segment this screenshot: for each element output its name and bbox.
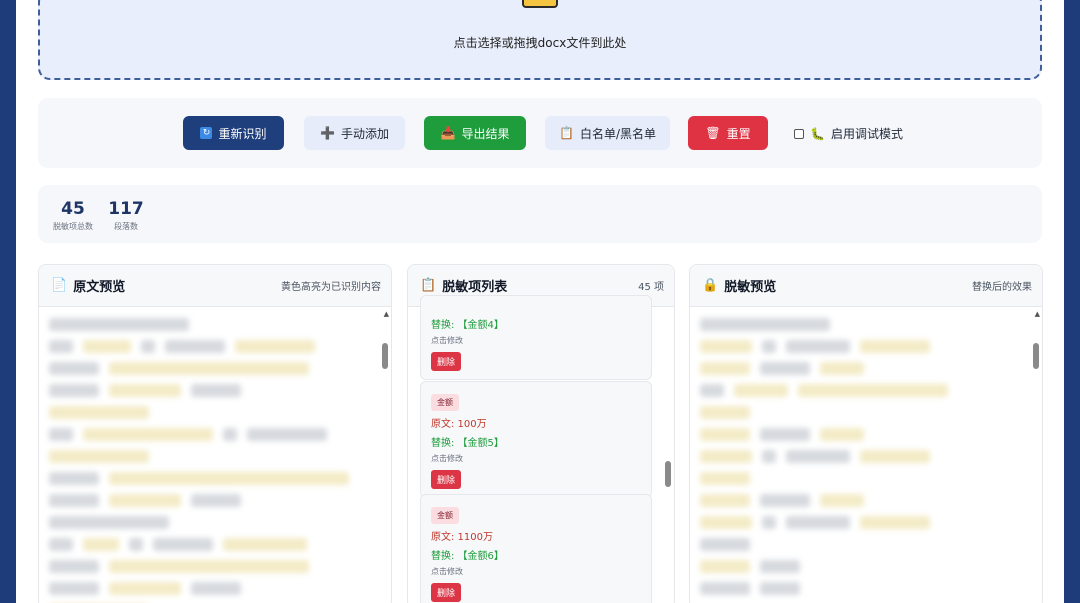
scrollbar-thumb[interactable] (382, 343, 388, 369)
scroll-up-arrow-icon[interactable]: ▲ (1035, 310, 1040, 318)
stat-paragraphs: 117 段落数 (108, 199, 144, 232)
drop-zone-text: 点击选择或拖拽docx文件到此处 (453, 36, 627, 50)
debug-mode-toggle[interactable]: 🐛 启用调试模式 (794, 125, 903, 142)
scrollbar-thumb[interactable] (665, 461, 671, 487)
export-label: 导出结果 (461, 126, 510, 141)
lock-icon: 🔒 (702, 278, 719, 293)
item-count: 45 项 (638, 282, 664, 293)
stat-label: 脱敏项总数 (53, 222, 93, 231)
clipboard-icon: 📋 (559, 126, 574, 140)
scrollbar-thumb[interactable] (1033, 343, 1039, 369)
blurred-document-content (700, 313, 1024, 603)
manual-add-button[interactable]: ➕ 手动添加 (304, 116, 405, 150)
whitelist-blacklist-label: 白名单/黑名单 (579, 126, 656, 141)
debug-mode-label: 启用调试模式 (830, 127, 903, 141)
list-item[interactable]: 金额 原文: 100万 替换: 【金额5】 点击修改 删除 (420, 381, 652, 498)
document-icon: 📄 (51, 278, 68, 293)
delete-button[interactable]: 删除 (431, 583, 462, 602)
refresh-icon: ↻ (200, 127, 213, 139)
panel-title: 脱敏项列表 (442, 280, 508, 295)
masked-preview-panel: 🔒 脱敏预览 替换后的效果 ▲ (689, 264, 1043, 603)
export-button[interactable]: 📥 导出结果 (424, 116, 526, 150)
edit-hint: 点击修改 (431, 567, 463, 576)
blurred-document-content (49, 313, 373, 603)
toolbar: ↻ 重新识别 ➕ 手动添加 📥 导出结果 📋 白名单/黑名单 🗑 重置 🐛 启用… (38, 98, 1042, 168)
list-item[interactable]: 金额 原文: 1100万 替换: 【金额6】 点击修改 删除 (420, 494, 652, 603)
scroll-up-arrow-icon[interactable]: ▲ (384, 310, 389, 318)
panel-title: 脱敏预览 (724, 280, 777, 295)
type-badge: 金额 (431, 394, 459, 411)
delete-button[interactable]: 删除 (431, 470, 462, 489)
stat-total-items: 45 脱敏项总数 (48, 199, 98, 232)
panel-subtitle: 黄色高亮为已识别内容 (281, 282, 381, 293)
panel-header: 📄 原文预览 黄色高亮为已识别内容 (39, 265, 391, 307)
stats-bar: 45 脱敏项总数 117 段落数 (38, 185, 1042, 243)
folder-icon (522, 0, 558, 8)
plus-icon: ➕ (320, 126, 335, 140)
type-badge: 金额 (431, 507, 459, 524)
rescan-label: 重新识别 (218, 126, 267, 141)
panel-header: 🔒 脱敏预览 替换后的效果 (690, 265, 1042, 307)
manual-add-label: 手动添加 (340, 126, 389, 141)
original-text: 原文: 1100万 (431, 532, 493, 543)
panel-title: 原文预览 (73, 280, 126, 295)
stat-value: 45 (61, 199, 85, 219)
original-preview-panel: 📄 原文预览 黄色高亮为已识别内容 ▲ (38, 264, 392, 603)
reset-button[interactable]: 🗑 重置 (688, 116, 768, 150)
edit-hint: 点击修改 (431, 454, 463, 463)
edit-hint: 点击修改 (431, 336, 463, 345)
debug-checkbox[interactable] (794, 128, 804, 139)
stat-label: 段落数 (114, 222, 138, 231)
trash-icon: 🗑 (705, 126, 721, 140)
replacement-text: 替换: 【金额6】 (431, 551, 504, 562)
desensitize-list-panel: 📋 脱敏项列表 45 项 替换: 【金额4】 点击修改 删除 金额 原文: 10… (407, 264, 675, 603)
app-frame: 点击选择或拖拽docx文件到此处 ↻ 重新识别 ➕ 手动添加 📥 导出结果 📋 … (16, 0, 1064, 603)
clipboard-icon: 📋 (420, 278, 437, 293)
list-item[interactable]: 替换: 【金额4】 点击修改 删除 (420, 295, 652, 380)
reset-label: 重置 (726, 126, 751, 141)
file-drop-zone[interactable]: 点击选择或拖拽docx文件到此处 (38, 0, 1042, 80)
delete-button[interactable]: 删除 (431, 352, 462, 371)
rescan-button[interactable]: ↻ 重新识别 (183, 116, 284, 150)
panel-subtitle: 替换后的效果 (972, 282, 1032, 293)
download-tray-icon: 📥 (440, 126, 456, 140)
original-text: 原文: 100万 (431, 419, 487, 430)
replacement-text: 替换: 【金额5】 (431, 438, 504, 449)
whitelist-blacklist-button[interactable]: 📋 白名单/黑名单 (545, 116, 670, 150)
bug-icon: 🐛 (810, 126, 825, 141)
replacement-text: 替换: 【金额4】 (431, 320, 504, 331)
stat-value: 117 (108, 199, 144, 219)
